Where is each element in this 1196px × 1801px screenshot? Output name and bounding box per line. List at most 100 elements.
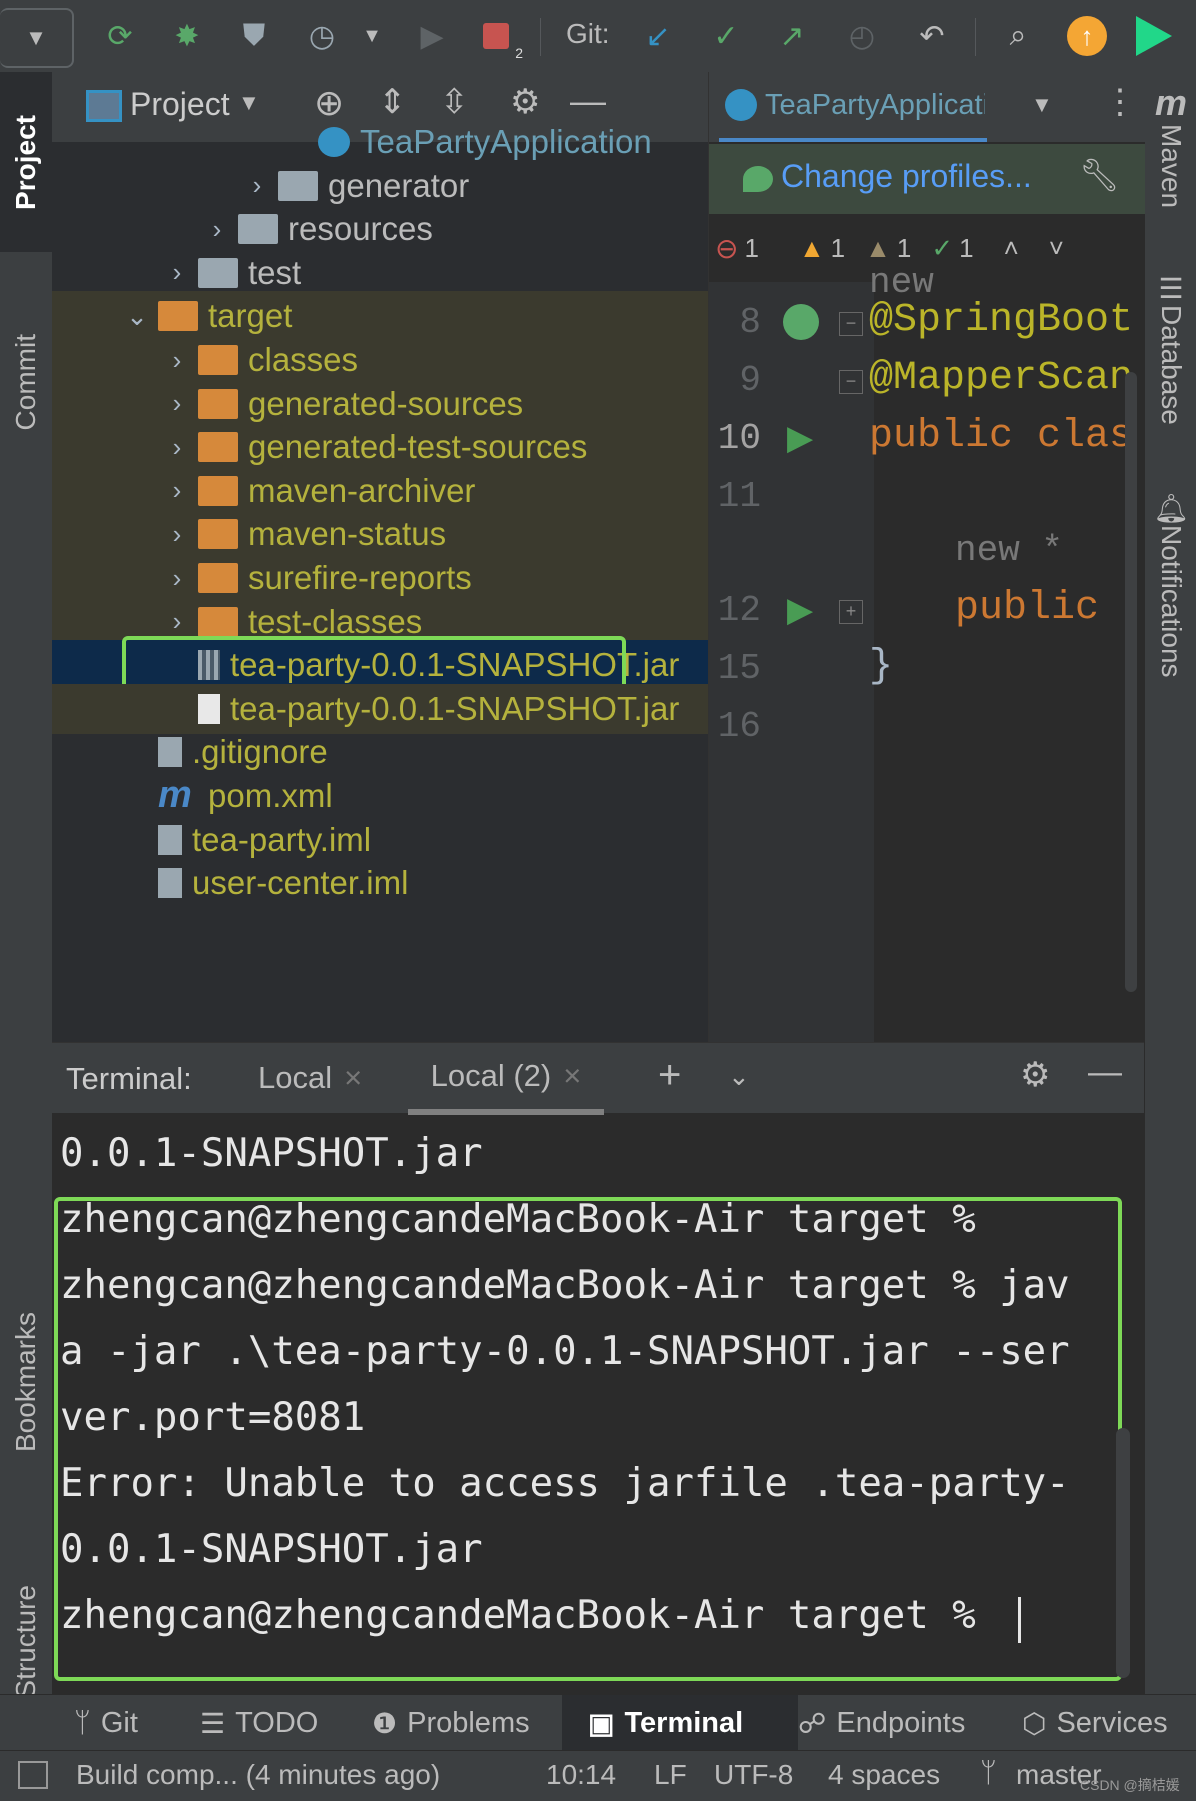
tree-item-label: tea-party-0.0.1-SNAPSHOT.jar	[230, 646, 680, 684]
chevron-right-icon[interactable]: ›	[162, 563, 192, 594]
fold-collapse-icon[interactable]: −	[839, 370, 863, 394]
tree-item[interactable]: › test	[52, 248, 708, 298]
line-separator[interactable]: LF	[654, 1759, 687, 1791]
gear-icon[interactable]: ⚙	[510, 82, 540, 122]
tree-item[interactable]: › classes	[52, 335, 708, 385]
tool-problems[interactable]: ❶ Problems	[372, 1695, 530, 1751]
tree-item-label: test	[248, 253, 302, 291]
close-icon[interactable]: ×	[563, 1058, 581, 1094]
tree-item-label: .gitignore	[192, 733, 328, 771]
history-icon[interactable]: ◴	[840, 14, 884, 58]
chevron-down-icon[interactable]: ⌄	[728, 1061, 750, 1092]
tree-item[interactable]: › maven-archiver	[52, 465, 708, 516]
refresh-icon[interactable]: ⟳	[98, 14, 142, 58]
chevron-down-icon[interactable]: ˅	[1049, 233, 1064, 264]
terminal-tab-local-2[interactable]: Local (2) ×	[408, 1043, 604, 1115]
tree-item[interactable]: › surefire-reports	[52, 553, 708, 603]
terminal-scrollbar[interactable]	[1116, 1428, 1130, 1678]
gear-icon[interactable]: ⚙	[1020, 1055, 1050, 1095]
profile-icon[interactable]: ◷	[300, 14, 344, 58]
tab-notifications[interactable]: 🔔︎ Notifications	[1145, 492, 1196, 678]
indent-setting[interactable]: 4 spaces	[828, 1759, 940, 1791]
git-commit-icon[interactable]: ✓	[704, 14, 748, 58]
spring-bean-icon[interactable]	[783, 304, 819, 340]
tab-maven[interactable]: m Maven	[1145, 82, 1196, 208]
stop-icon[interactable]: 2	[474, 14, 523, 61]
tree-item[interactable]: tea-party-0.0.1-SNAPSHOT.jar	[52, 640, 708, 691]
jetbrains-icon[interactable]	[1132, 14, 1176, 58]
tree-item[interactable]: tea-party-0.0.1-SNAPSHOT.jar	[52, 683, 708, 734]
update-icon[interactable]: ↑	[1065, 14, 1109, 58]
wrench-icon[interactable]: 🔧︎	[1079, 156, 1120, 194]
toggle-panels-icon[interactable]	[18, 1761, 48, 1789]
caret-position[interactable]: 10:14	[546, 1759, 616, 1791]
chevron-right-icon[interactable]: ›	[162, 257, 192, 288]
minimize-icon[interactable]: —	[1088, 1053, 1122, 1092]
add-tab-icon[interactable]: +	[658, 1053, 681, 1098]
tree-item[interactable]: user-center.iml	[52, 858, 708, 908]
terminal-tab-local[interactable]: Local ×	[258, 1043, 362, 1113]
chevron-right-icon[interactable]: ›	[162, 432, 192, 463]
chevron-down-icon[interactable]: ▼	[350, 14, 394, 58]
tree-item[interactable]: › generated-sources	[52, 378, 708, 429]
git-push-icon[interactable]: ↗	[770, 14, 814, 58]
tree-item[interactable]: › resources	[52, 204, 708, 254]
coverage-icon[interactable]: ⛊	[232, 14, 276, 58]
collapse-all-icon[interactable]: ⇳	[440, 82, 469, 122]
chevron-right-icon[interactable]: ›	[242, 170, 272, 201]
chevron-right-icon[interactable]: ›	[162, 388, 192, 419]
tab-database[interactable]: ☰ Database	[1145, 272, 1196, 425]
run-config-selector[interactable]: ▼	[0, 8, 74, 68]
run-icon[interactable]: ▶	[410, 14, 454, 58]
tree-item[interactable]: tea-party.iml	[52, 815, 708, 865]
tree-item[interactable]: › maven-status	[52, 509, 708, 560]
tool-todo[interactable]: ☰ TODO	[200, 1695, 318, 1751]
chevron-right-icon[interactable]: ›	[162, 606, 192, 637]
terminal-line: zhengcan@zhengcandeMacBook-Air target %	[60, 1593, 976, 1638]
folder-icon	[278, 170, 318, 201]
tab-commit[interactable]: Commit	[0, 272, 52, 492]
tab-bookmarks[interactable]: Bookmarks	[0, 1242, 52, 1522]
chevron-right-icon[interactable]: ›	[162, 519, 192, 550]
debug-icon[interactable]: ✸	[165, 14, 209, 58]
tool-git[interactable]: ᛘ Git	[74, 1695, 138, 1751]
chevron-down-icon[interactable]: ▼	[238, 90, 260, 116]
tool-terminal[interactable]: ▣ Terminal	[562, 1695, 798, 1751]
run-gutter-icon[interactable]: ▶	[787, 418, 813, 458]
tab-project[interactable]: Project	[0, 72, 52, 252]
file-encoding[interactable]: UTF-8	[714, 1759, 793, 1791]
code-fragment: new	[869, 262, 934, 303]
chevron-up-icon[interactable]: ˄	[1004, 233, 1019, 264]
more-options-icon[interactable]: ⋮	[1103, 82, 1137, 122]
close-icon[interactable]: ×	[344, 1060, 362, 1096]
terminal-line: 0.0.1-SNAPSHOT.jar	[60, 1131, 483, 1176]
editor-scrollbar[interactable]	[1125, 372, 1137, 992]
fold-collapse-icon[interactable]: −	[839, 312, 863, 336]
change-profiles-link[interactable]: Change profiles...	[781, 158, 1032, 195]
tree-item[interactable]: m pom.xml	[52, 771, 708, 821]
chevron-down-icon[interactable]: ▼	[1031, 92, 1053, 118]
editor-tab[interactable]: TeaPartyApplicati	[719, 72, 987, 142]
fold-expand-icon[interactable]: +	[839, 600, 863, 624]
tree-item[interactable]: › generated-test-sources	[52, 422, 708, 473]
chevron-right-icon[interactable]: ›	[162, 345, 192, 376]
chevron-right-icon[interactable]: ›	[202, 214, 232, 245]
tree-item[interactable]: ⌄ target	[52, 291, 708, 342]
run-gutter-icon[interactable]: ▶	[787, 590, 813, 630]
git-label: Git:	[566, 18, 610, 49]
expand-all-icon[interactable]: ⇕	[378, 82, 407, 122]
tool-services[interactable]: ⬡ Services	[1022, 1695, 1168, 1751]
tree-item[interactable]: › generator	[52, 161, 708, 211]
search-icon[interactable]: ⌕	[996, 14, 1040, 58]
chevron-right-icon[interactable]: ›	[162, 475, 192, 506]
build-status[interactable]: Build comp... (4 minutes ago)	[76, 1759, 440, 1791]
tree-item[interactable]: .gitignore	[52, 727, 708, 777]
tree-item-label: maven-archiver	[248, 471, 476, 509]
minimize-icon[interactable]: —	[570, 80, 606, 122]
tree-item[interactable]: TeaPartyApplication	[52, 117, 708, 167]
git-update-icon[interactable]: ↙	[636, 14, 680, 58]
tool-endpoints[interactable]: ☍ Endpoints	[798, 1695, 965, 1751]
tree-item[interactable]: › test-classes	[52, 596, 708, 647]
chevron-down-icon[interactable]: ⌄	[122, 301, 152, 332]
rollback-icon[interactable]: ↶	[910, 14, 954, 58]
